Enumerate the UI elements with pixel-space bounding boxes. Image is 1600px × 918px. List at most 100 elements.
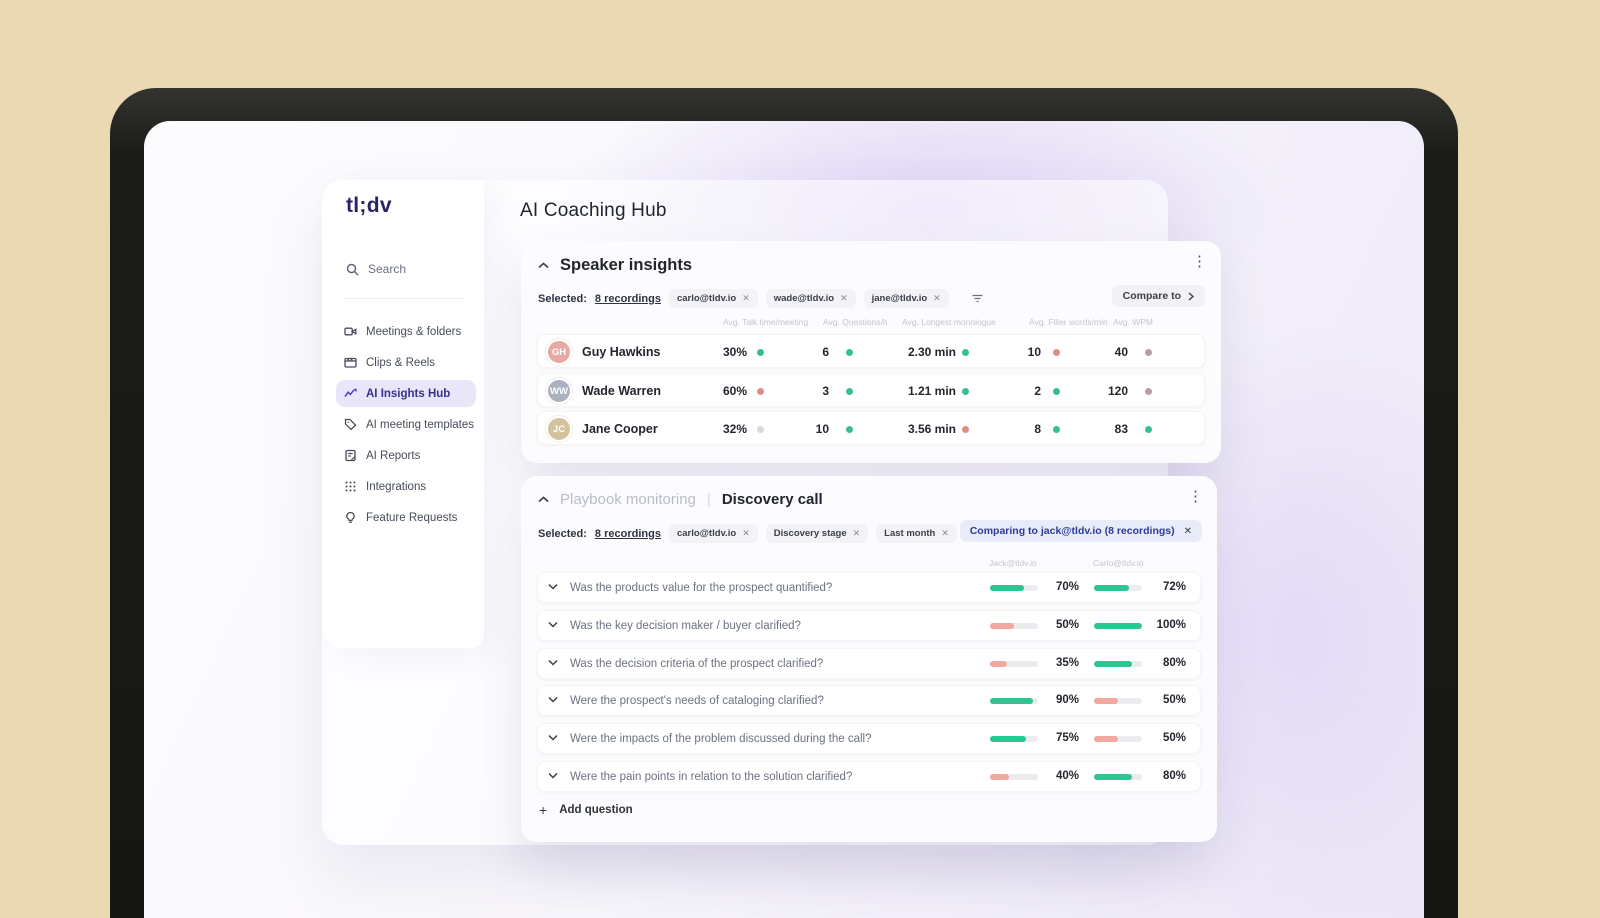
compare-to-label: Compare to [1122, 290, 1181, 302]
status-dot [1145, 426, 1152, 433]
sidebar-item-ai-meeting-templates[interactable]: AI meeting templates [336, 411, 476, 438]
chevron-down-icon[interactable] [548, 696, 558, 703]
speaker-name: Guy Hawkins [582, 345, 661, 359]
chip-label: wade@tldv.io [773, 293, 835, 304]
chevron-down-icon[interactable] [548, 583, 558, 590]
compare-to-button[interactable]: Compare to [1111, 285, 1205, 307]
questions-value: 10 [815, 422, 829, 436]
sidebar-item-label: AI meeting templates [366, 418, 475, 431]
chevron-down-icon[interactable] [548, 659, 558, 666]
wpm-value: 120 [1107, 384, 1128, 398]
collapse-chevron-up-icon[interactable] [538, 262, 549, 269]
report-doc-icon [344, 449, 357, 462]
question-row[interactable]: Was the key decision maker / buyer clari… [537, 610, 1201, 641]
chevron-down-icon[interactable] [548, 772, 558, 779]
percent-carlo: 80% [1162, 770, 1186, 782]
add-question-button[interactable]: + Add question [539, 802, 633, 818]
sidebar: tl;dv Search Meetings & folders Clips & … [322, 180, 484, 648]
chip-label: jane@tldv.io [871, 293, 928, 304]
progress-bar-jack [990, 698, 1038, 704]
question-text: Were the prospect's needs of cataloging … [570, 695, 824, 707]
question-text: Were the pain points in relation to the … [570, 771, 853, 783]
chevron-down-icon[interactable] [548, 621, 558, 628]
table-row[interactable]: GH Guy Hawkins 30% 6 2.30 min 10 40 [537, 334, 1205, 368]
title-separator: | [706, 491, 711, 508]
filter-chip[interactable]: jane@tldv.io ✕ [863, 289, 949, 308]
column-header: Jack@tldv.io [989, 558, 1037, 568]
progress-bar-jack [990, 774, 1038, 780]
monologue-value: 2.30 min [907, 345, 956, 359]
question-text: Was the key decision maker / buyer clari… [570, 620, 801, 632]
percent-jack: 35% [1055, 657, 1079, 669]
chip-label: carlo@tldv.io [676, 293, 737, 304]
close-icon[interactable]: ✕ [840, 293, 848, 304]
progress-bar-carlo [1094, 661, 1142, 667]
filter-chip[interactable]: carlo@tldv.io ✕ [668, 289, 758, 308]
progress-bar-jack [990, 661, 1038, 667]
progress-bar-carlo [1094, 585, 1142, 591]
search-input[interactable]: Search [346, 262, 406, 276]
avatar: GH [546, 339, 572, 365]
question-row[interactable]: Was the products value for the prospect … [537, 572, 1201, 603]
sidebar-item-clips-reels[interactable]: Clips & Reels [336, 349, 476, 376]
filter-chip[interactable]: wade@tldv.io ✕ [765, 289, 856, 308]
selected-recordings-link[interactable]: 8 recordings [595, 528, 661, 540]
speaker-name: Jane Cooper [582, 422, 658, 436]
selected-label: Selected: [538, 527, 587, 540]
collapse-chevron-up-icon[interactable] [538, 496, 549, 503]
questions-value: 3 [822, 384, 829, 398]
question-row[interactable]: Was the decision criteria of the prospec… [537, 648, 1201, 679]
close-icon[interactable]: ✕ [933, 293, 941, 304]
close-icon[interactable]: ✕ [941, 528, 949, 539]
table-row[interactable]: WW Wade Warren 60% 3 1.21 min 2 120 [537, 373, 1205, 407]
kebab-menu-icon[interactable]: ⋮ [1192, 254, 1207, 269]
video-camera-icon [344, 325, 357, 338]
question-row[interactable]: Were the impacts of the problem discusse… [537, 723, 1201, 754]
kebab-menu-icon[interactable]: ⋮ [1188, 489, 1203, 504]
status-dot [962, 426, 969, 433]
talk-time-value: 32% [722, 422, 747, 436]
laptop-frame: tl;dv Search Meetings & folders Clips & … [110, 88, 1458, 918]
speaker-insights-panel: Speaker insights ⋮ Selected: 8 recording… [521, 241, 1221, 463]
selected-label: Selected: [538, 292, 587, 305]
tldv-logo: tl;dv [346, 194, 392, 217]
sidebar-divider [344, 298, 464, 299]
sidebar-item-integrations[interactable]: Integrations [336, 473, 476, 500]
sidebar-item-ai-insights-hub[interactable]: AI Insights Hub [336, 380, 476, 407]
question-row[interactable]: Were the prospect's needs of cataloging … [537, 685, 1201, 716]
close-icon[interactable]: ✕ [853, 528, 861, 539]
progress-bar-jack [990, 736, 1038, 742]
sidebar-item-meetings-folders[interactable]: Meetings & folders [336, 318, 476, 345]
status-dot [846, 388, 853, 395]
search-label: Search [368, 262, 407, 276]
percent-jack: 75% [1055, 732, 1079, 744]
column-header: Avg. Filler words/min [1029, 317, 1108, 327]
screen: tl;dv Search Meetings & folders Clips & … [144, 121, 1424, 918]
filter-chip[interactable]: carlo@tldv.io ✕ [668, 524, 758, 543]
chevron-down-icon[interactable] [548, 734, 558, 741]
close-icon[interactable]: ✕ [742, 528, 750, 539]
wpm-value: 40 [1114, 345, 1128, 359]
percent-carlo: 50% [1162, 732, 1186, 744]
filter-lines-icon[interactable] [971, 293, 984, 304]
comparing-to-pill[interactable]: Comparing to jack@tldv.io (8 recordings)… [959, 520, 1202, 542]
selected-recordings-link[interactable]: 8 recordings [595, 293, 661, 305]
sidebar-item-feature-requests[interactable]: Feature Requests [336, 504, 476, 531]
close-icon[interactable]: ✕ [1184, 526, 1192, 537]
sidebar-nav: Meetings & folders Clips & Reels AI Insi… [336, 318, 476, 535]
comparing-to-label: Comparing to jack@tldv.io (8 recordings) [969, 525, 1175, 537]
question-text: Were the impacts of the problem discusse… [570, 733, 872, 745]
chip-label: carlo@tldv.io [676, 528, 737, 539]
filler-words-value: 8 [1034, 422, 1041, 436]
trend-line-icon [344, 387, 357, 400]
question-row[interactable]: Were the pain points in relation to the … [537, 761, 1201, 792]
plus-icon: + [539, 802, 548, 818]
sidebar-item-ai-reports[interactable]: AI Reports [336, 442, 476, 469]
table-row[interactable]: JC Jane Cooper 32% 10 3.56 min 8 83 [537, 411, 1205, 445]
percent-jack: 90% [1055, 694, 1079, 706]
column-header: Avg. Talk time/meeting [723, 317, 809, 327]
close-icon[interactable]: ✕ [742, 293, 750, 304]
wpm-value: 83 [1114, 422, 1128, 436]
filter-chip[interactable]: Last month ✕ [876, 524, 957, 543]
filter-chip[interactable]: Discovery stage ✕ [765, 524, 869, 543]
